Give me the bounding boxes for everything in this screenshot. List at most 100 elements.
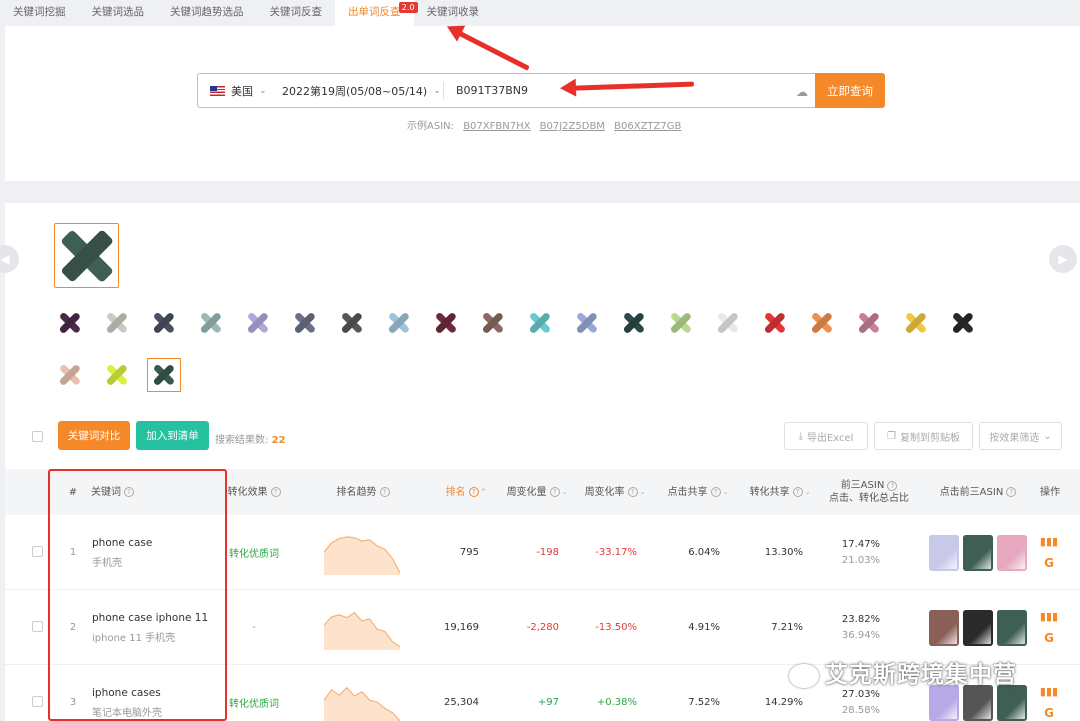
row-checkbox[interactable]	[32, 621, 43, 632]
col-week-rate[interactable]: 周变化率? ⌄	[579, 469, 651, 515]
variant-thumbnail[interactable]	[805, 306, 839, 340]
sort-icon[interactable]: ⌄	[562, 486, 568, 499]
week-change-value: -198	[536, 547, 559, 558]
phone-case-image	[858, 312, 880, 334]
col-rank-label: 排名	[445, 486, 466, 498]
col-trend-label: 排名趋势	[336, 486, 377, 498]
col-click-share[interactable]: 点击共享? ⌄	[661, 469, 735, 515]
variant-thumbnail[interactable]	[194, 306, 228, 340]
variant-thumbnail[interactable]	[664, 306, 698, 340]
tab-keyword-trend[interactable]: 关键词趋势选品	[157, 0, 257, 26]
variant-thumbnail[interactable]	[53, 306, 87, 340]
row-actions: ▮▮▮ G	[1035, 590, 1063, 665]
col-top3-share[interactable]: 前三ASIN? 点击、转化总占比	[819, 469, 919, 515]
tab-order-keyword-reverse[interactable]: 出单词反查 2.0	[335, 0, 418, 26]
variant-thumbnail[interactable]	[946, 306, 980, 340]
col-top3-line1: 前三ASIN?	[841, 479, 898, 492]
variant-thumbnail[interactable]	[429, 306, 463, 340]
asin-product-image[interactable]	[997, 534, 1027, 571]
effect-filter-select[interactable]: 按效果筛选 ⌄	[979, 422, 1062, 450]
cloud-upload-icon[interactable]: ☁	[796, 85, 808, 99]
asin-product-image[interactable]	[929, 534, 959, 571]
google-icon[interactable]: G	[1044, 706, 1054, 720]
asin-product-image[interactable]	[963, 609, 993, 646]
phone-case-image	[670, 312, 692, 334]
asin-product-image[interactable]	[963, 534, 993, 571]
sort-icon[interactable]: ⌄	[723, 486, 729, 499]
variant-thumbnail[interactable]	[382, 306, 416, 340]
bar-chart-icon[interactable]: ▮▮▮	[1040, 685, 1058, 698]
phone-case-image	[59, 312, 81, 334]
tab-keyword-reverse[interactable]: 关键词反查	[257, 0, 336, 26]
variant-thumbnail[interactable]	[100, 358, 134, 392]
select-all-checkbox[interactable]	[32, 431, 43, 442]
help-icon[interactable]: ?	[468, 487, 479, 497]
variant-thumbnail[interactable]	[100, 306, 134, 340]
help-icon[interactable]: ?	[710, 487, 721, 497]
variant-thumbnail[interactable]	[288, 306, 322, 340]
week-select[interactable]: 2022第19周(05/08~05/14) ⌄	[276, 81, 444, 100]
google-icon[interactable]: G	[1044, 556, 1054, 570]
col-conv-share[interactable]: 转化共享? ⌄	[743, 469, 817, 515]
next-arrow-icon[interactable]: ▶	[1049, 245, 1077, 273]
variant-thumbnail[interactable]	[570, 306, 604, 340]
variant-thumbnail[interactable]	[852, 306, 886, 340]
asin-product-image[interactable]	[963, 684, 993, 721]
rank-trend-sparkline[interactable]	[324, 679, 400, 721]
variant-thumbnail[interactable]	[335, 306, 369, 340]
sparkline-area	[324, 612, 400, 650]
asin-product-image[interactable]	[997, 684, 1027, 721]
help-icon[interactable]: ?	[549, 487, 560, 497]
tab-keyword-mining[interactable]: 关键词挖掘	[0, 0, 79, 26]
col-week-change[interactable]: 周变化量? ⌄	[501, 469, 573, 515]
asin-product-image[interactable]	[929, 684, 959, 721]
query-button[interactable]: 立即查询	[815, 73, 885, 108]
top3-share-cell: 23.82% 36.94%	[819, 590, 903, 665]
variant-thumbnail[interactable]	[523, 306, 557, 340]
week-rate-value: +0.38%	[596, 697, 637, 708]
example-asin-link[interactable]: B06XZTZ7GB	[614, 121, 681, 132]
variant-thumbnail[interactable]	[899, 306, 933, 340]
col-effect[interactable]: 转化效果?	[219, 469, 289, 515]
variant-thumbnail[interactable]	[617, 306, 651, 340]
variant-thumbnail[interactable]	[758, 306, 792, 340]
sort-up-icon[interactable]: ^	[481, 486, 487, 499]
add-to-list-button[interactable]: 加入到清单	[136, 421, 209, 450]
wechat-icon	[789, 663, 819, 688]
help-icon[interactable]: ?	[627, 487, 638, 497]
bar-chart-icon[interactable]: ▮▮▮	[1040, 535, 1058, 548]
help-icon[interactable]: ?	[270, 487, 281, 497]
col-top3-asin[interactable]: 点击前三ASIN?	[933, 469, 1023, 515]
variant-thumbnail[interactable]	[147, 306, 181, 340]
chevron-down-icon: ⌄	[259, 85, 267, 96]
asin-product-image[interactable]	[929, 609, 959, 646]
row-checkbox[interactable]	[32, 546, 43, 557]
sort-icon[interactable]: ⌄	[805, 486, 811, 499]
col-rank-trend[interactable]: 排名趋势?	[323, 469, 403, 515]
tab-keyword-selection[interactable]: 关键词选品	[79, 0, 158, 26]
country-select[interactable]: 美国 ⌄	[198, 83, 276, 99]
keyword-compare-button[interactable]: 关键词对比	[58, 421, 130, 450]
sort-icon[interactable]: ⌄	[640, 486, 646, 499]
example-asin-link[interactable]: B07J2Z5DBM	[540, 121, 605, 132]
variant-thumbnail[interactable]	[241, 306, 275, 340]
col-rank[interactable]: 排名? ^	[437, 469, 495, 515]
help-icon[interactable]: ?	[379, 487, 390, 497]
help-icon[interactable]: ?	[792, 487, 803, 497]
rank-trend-sparkline[interactable]	[324, 529, 400, 575]
google-icon[interactable]: G	[1044, 631, 1054, 645]
row-checkbox[interactable]	[32, 696, 43, 707]
variant-thumbnail[interactable]	[147, 358, 181, 392]
copy-clipboard-button[interactable]: ❐ 复制到剪贴板	[874, 422, 973, 450]
variant-thumbnail[interactable]	[53, 358, 87, 392]
example-asin-link[interactable]: B07XFBN7HX	[463, 121, 530, 132]
help-icon[interactable]: ?	[1006, 487, 1017, 497]
bar-chart-icon[interactable]: ▮▮▮	[1040, 610, 1058, 623]
help-icon[interactable]: ?	[887, 481, 898, 491]
variant-thumbnail[interactable]	[476, 306, 510, 340]
asin-product-image[interactable]	[997, 609, 1027, 646]
rank-trend-sparkline[interactable]	[324, 604, 400, 650]
variant-thumbnail[interactable]	[711, 306, 745, 340]
prev-arrow-icon[interactable]: ◀	[0, 245, 19, 273]
export-excel-button[interactable]: ⤓ 导出Excel	[784, 422, 868, 450]
